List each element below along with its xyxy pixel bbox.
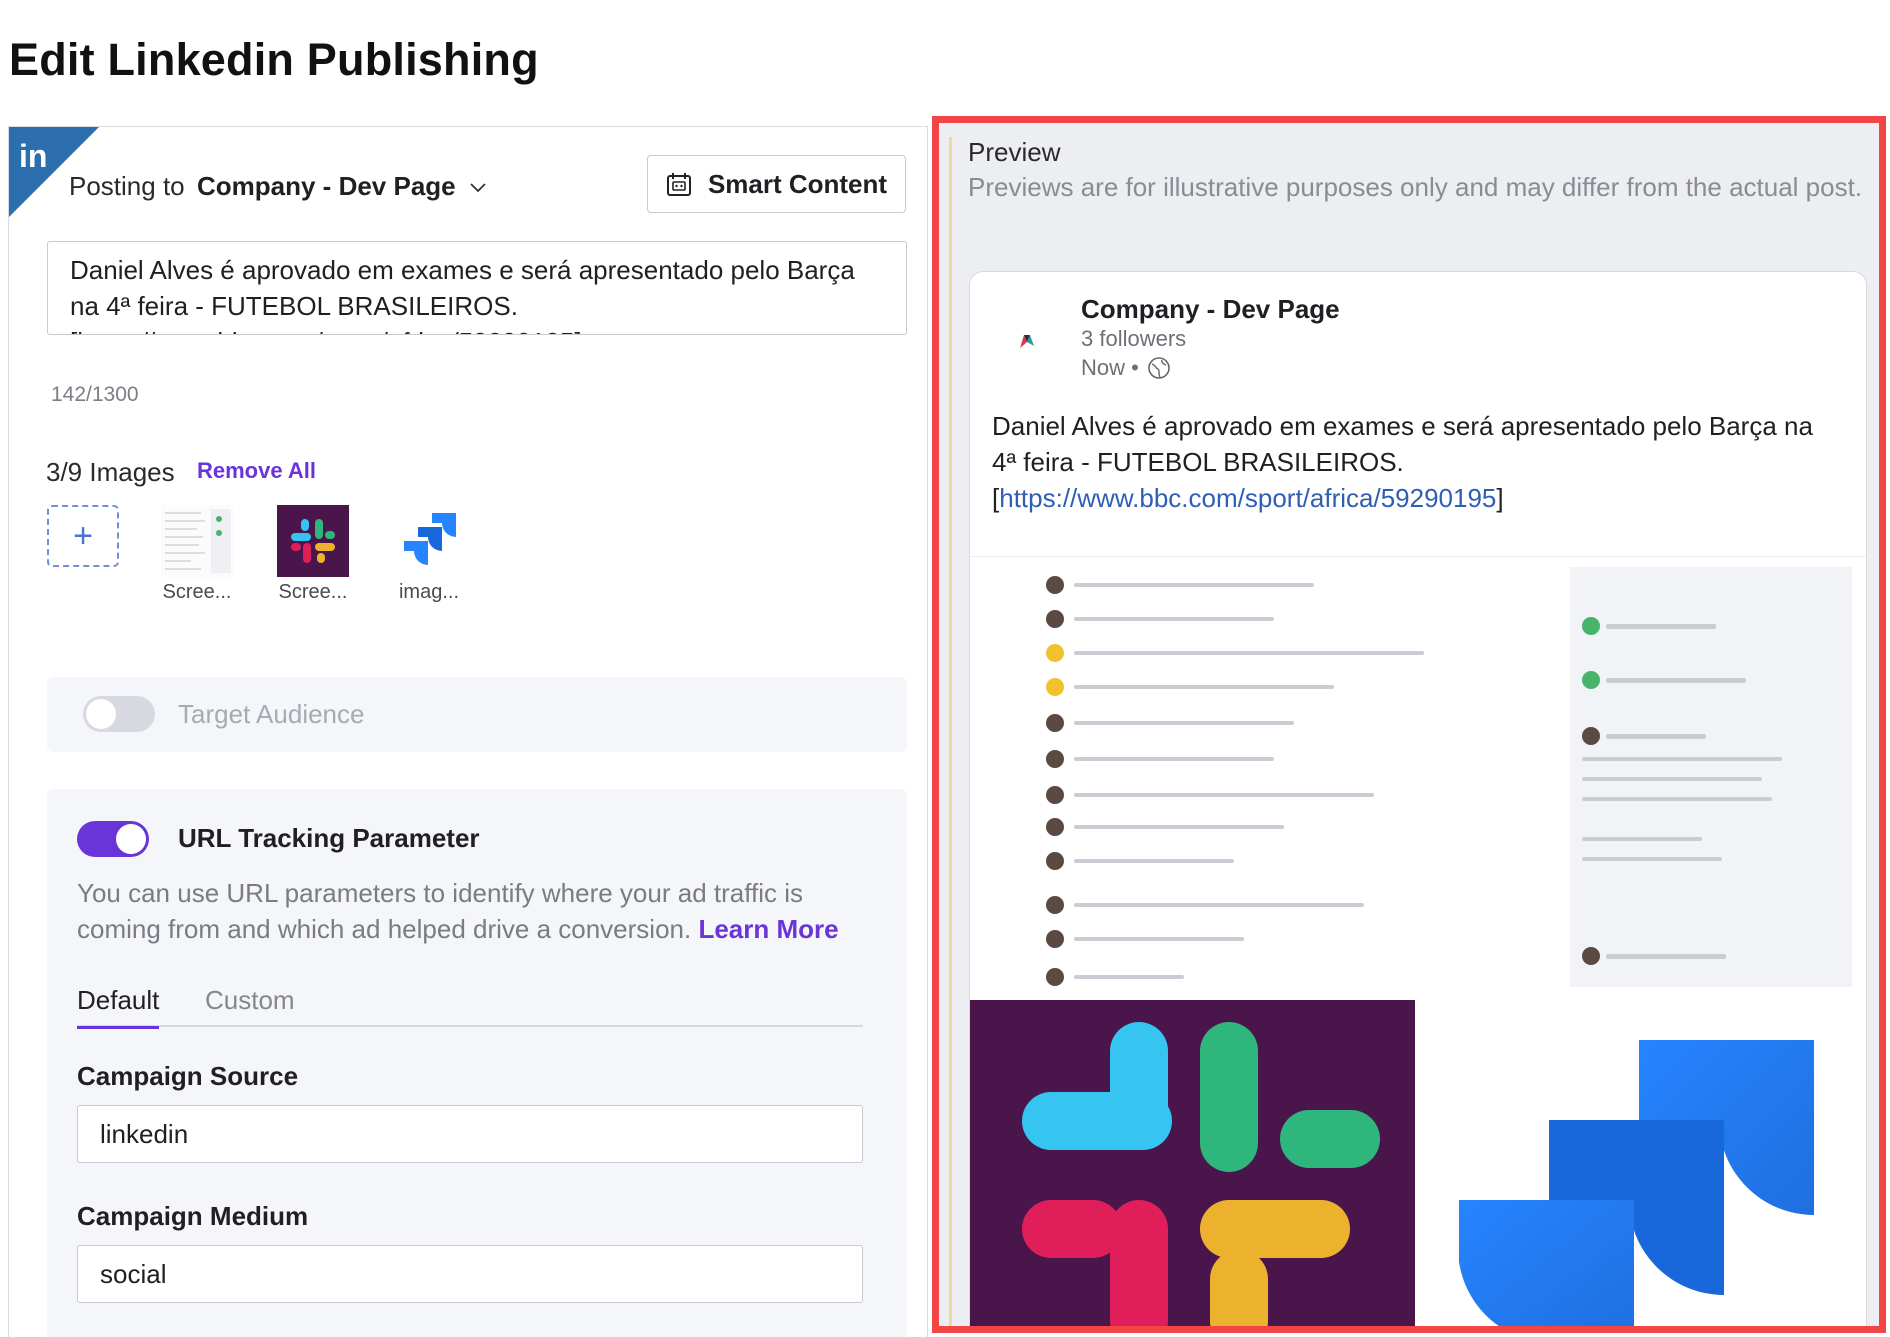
url-tracking-tabs: Default Custom <box>77 985 863 1029</box>
preview-image-slack <box>970 1000 1415 1326</box>
preview-image-jira <box>1419 1000 1866 1326</box>
learn-more-link[interactable]: Learn More <box>698 914 838 944</box>
url-tracking-toggle[interactable] <box>77 821 149 857</box>
campaign-source-label: Campaign Source <box>77 1061 299 1091</box>
jira-logo-icon <box>404 513 456 565</box>
url-tracking-title: URL Tracking Parameter <box>178 823 480 853</box>
slack-logo-icon <box>291 519 335 563</box>
preview-accent-line <box>949 137 952 1326</box>
company-name: Company - Dev Page <box>1081 294 1340 324</box>
add-image-button[interactable]: + <box>47 505 119 567</box>
tab-custom[interactable]: Custom <box>205 985 295 1026</box>
preview-title: Preview <box>968 137 1061 167</box>
jira-logo-icon <box>1459 1040 1814 1326</box>
remove-all-link[interactable]: Remove All <box>197 458 316 484</box>
char-count: 142/1300 <box>51 383 139 406</box>
url-tracking-description: You can use URL parameters to identify w… <box>77 878 839 944</box>
preview-note: Previews are for illustrative purposes o… <box>968 172 1863 202</box>
plus-icon: + <box>73 516 93 555</box>
image-thumbnail[interactable] <box>394 505 466 577</box>
preview-panel: Preview Previews are for illustrative pu… <box>932 116 1886 1333</box>
smart-content-label: Smart Content <box>707 168 888 199</box>
images-count-label: 3/9 Images <box>46 457 175 487</box>
image-caption: Scree... <box>162 581 232 603</box>
campaign-medium-label: Campaign Medium <box>77 1201 309 1231</box>
page-title: Edit Linkedin Publishing <box>9 34 539 85</box>
campaign-source-input[interactable] <box>77 1105 863 1163</box>
target-audience-label: Target Audience <box>178 699 365 729</box>
preview-image-screenshot <box>970 556 1866 996</box>
composer-panel: in Posting to Company - Dev Page Smart C… <box>8 126 928 1337</box>
post-preview-link[interactable]: https://www.bbc.com/sport/africa/5929019… <box>999 483 1496 513</box>
chevron-down-icon <box>470 182 486 192</box>
post-time: Now • <box>1081 355 1171 381</box>
image-thumbnail[interactable] <box>161 505 233 577</box>
company-logo-icon <box>1020 335 1034 348</box>
image-caption: Scree... <box>278 581 348 603</box>
tab-default[interactable]: Default <box>77 985 160 1029</box>
smart-content-button[interactable]: Smart Content <box>647 155 906 213</box>
globe-icon <box>1148 357 1170 379</box>
post-preview-card: Company - Dev Page 3 followers Now • Dan… <box>969 271 1867 1326</box>
image-thumbnail[interactable] <box>277 505 349 577</box>
image-caption: imag... <box>398 581 460 603</box>
posting-target-dropdown[interactable]: Company - Dev Page <box>197 171 486 202</box>
campaign-medium-input[interactable] <box>77 1245 863 1303</box>
company-followers: 3 followers <box>1081 326 1187 351</box>
target-audience-toggle[interactable] <box>83 696 155 732</box>
posting-to-label: Posting to <box>69 171 185 201</box>
post-text-input[interactable]: Daniel Alves é aprovado em exames e será… <box>47 241 907 335</box>
target-audience-row: Target Audience <box>47 677 907 752</box>
calendar-robot-icon <box>666 173 691 196</box>
screenshot-thumb-icon <box>161 505 233 577</box>
url-tracking-section: URL Tracking Parameter You can use URL p… <box>47 789 907 1337</box>
svg-text:in: in <box>19 138 47 174</box>
slack-logo-icon <box>1022 1022 1380 1326</box>
posting-target-label: Company - Dev Page <box>197 171 456 201</box>
post-preview-text: Daniel Alves é aprovado em exames e será… <box>992 411 1813 513</box>
